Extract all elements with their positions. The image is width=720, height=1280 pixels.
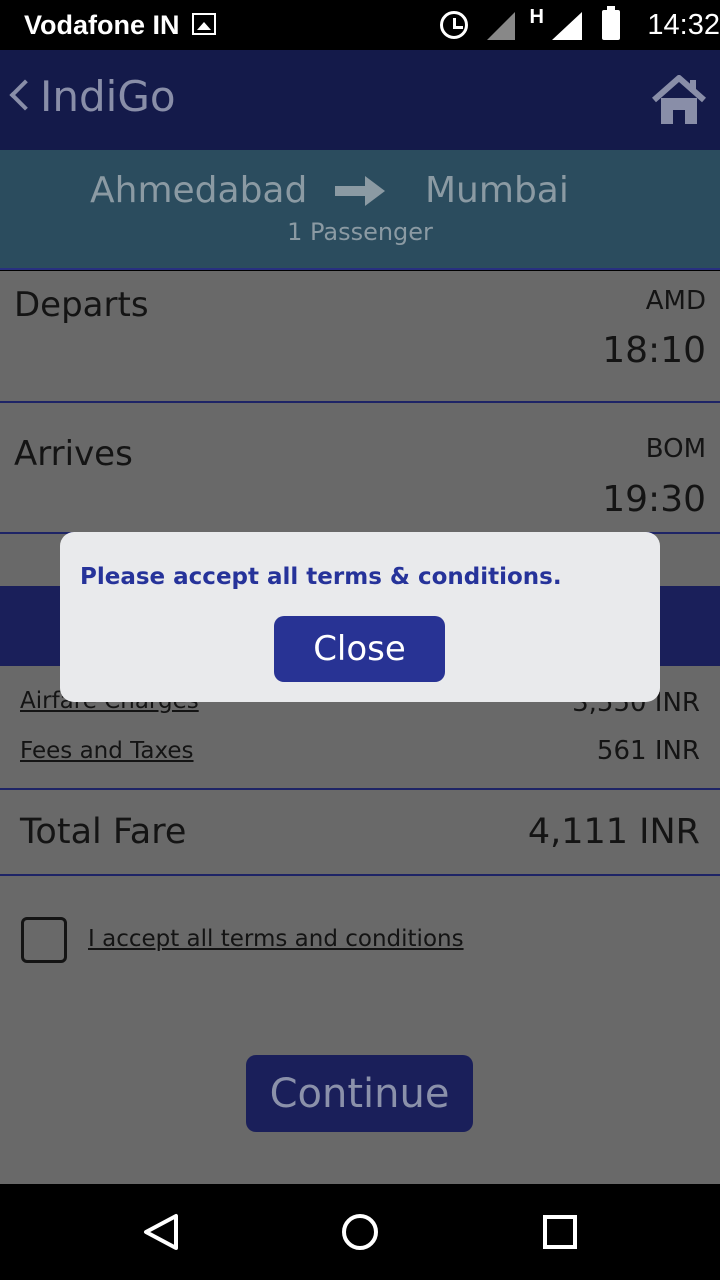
total-fare-label: Total Fare xyxy=(20,812,187,852)
continue-button[interactable]: Continue xyxy=(246,1055,473,1132)
divider xyxy=(0,788,720,790)
fees-taxes-value: 561 INR xyxy=(596,736,700,766)
app-title: IndiGo xyxy=(40,72,176,121)
close-button[interactable]: Close xyxy=(274,616,445,682)
home-icon[interactable] xyxy=(650,74,708,126)
departs-label: Departs xyxy=(14,285,149,325)
divider xyxy=(0,401,720,403)
arrow-right-icon xyxy=(335,176,385,206)
battery-icon xyxy=(602,6,620,40)
cell-signal-icon xyxy=(552,12,582,40)
terms-checkbox[interactable] xyxy=(21,917,67,963)
network-type-badge: H xyxy=(529,6,544,28)
dialog-message: Please accept all terms & conditions. xyxy=(80,564,562,590)
arrives-time: 19:30 xyxy=(602,479,706,520)
nav-home-icon[interactable] xyxy=(342,1214,378,1250)
alarm-icon xyxy=(440,11,468,39)
gallery-icon xyxy=(192,13,216,35)
signal-icon xyxy=(487,12,515,40)
status-clock: 14:32 xyxy=(647,9,720,41)
terms-link[interactable]: I accept all terms and conditions xyxy=(88,926,464,952)
booking-summary xyxy=(0,271,720,1184)
nav-back-icon[interactable] xyxy=(142,1212,182,1252)
status-bar: Vodafone IN H 14:32 xyxy=(0,0,720,50)
nav-recent-apps-icon[interactable] xyxy=(543,1215,577,1249)
route-destination: Mumbai xyxy=(425,170,569,211)
fees-taxes-link[interactable]: Fees and Taxes xyxy=(20,738,194,764)
arrives-label: Arrives xyxy=(14,434,133,474)
departs-time: 18:10 xyxy=(602,330,706,371)
alert-dialog: Please accept all terms & conditions. Cl… xyxy=(60,532,660,702)
divider xyxy=(0,874,720,876)
total-fare-value: 4,111 INR xyxy=(527,812,700,852)
arrives-airport-code: BOM xyxy=(645,434,706,464)
carrier-name: Vodafone IN xyxy=(24,10,180,40)
passenger-count: 1 Passenger xyxy=(287,218,433,246)
departs-airport-code: AMD xyxy=(645,286,706,316)
route-origin: Ahmedabad xyxy=(90,170,308,211)
